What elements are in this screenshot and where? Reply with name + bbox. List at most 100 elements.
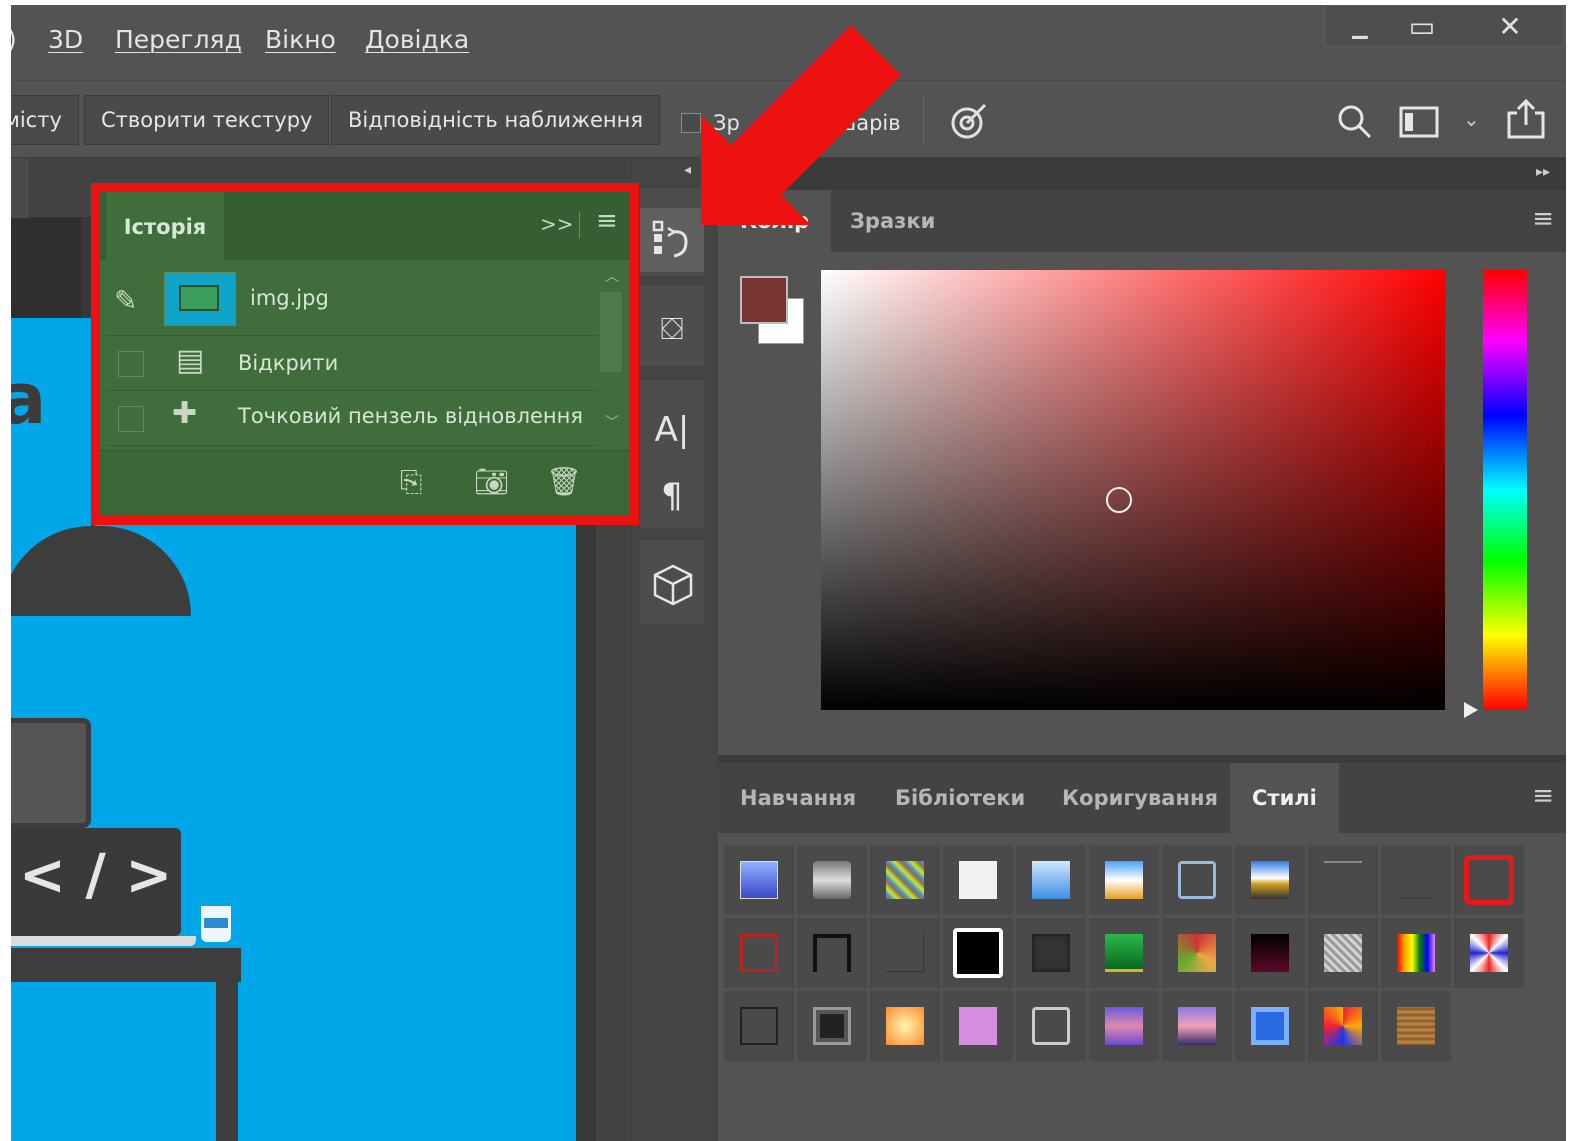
history-panel: Історія >> ≡ ✎ img.jpg ▤ Відкрити ✚ Точк… [91, 183, 639, 525]
style-swatch[interactable] [1381, 991, 1451, 1061]
layers-checkbox[interactable] [681, 113, 701, 133]
style-swatch[interactable] [1381, 918, 1451, 988]
history-item-label: Відкрити [238, 351, 339, 375]
window-controls: ▁ ▭ ✕ [1324, 5, 1564, 47]
history-menu-icon[interactable]: ≡ [596, 206, 618, 236]
styles-panel: Навчання Бібліотеки Коригування Стилі ≡ [718, 763, 1566, 1141]
hue-slider[interactable] [1483, 270, 1527, 710]
style-swatch[interactable] [1089, 918, 1159, 988]
paragraph-panel-icon[interactable]: ¶ [640, 464, 704, 528]
style-swatch[interactable] [797, 991, 867, 1061]
styles-menu-icon[interactable]: ≡ [1532, 781, 1554, 811]
fit-zoom-button[interactable]: Відповідність наближення [331, 95, 661, 145]
expand-panels-icon[interactable]: ▸▸ [1536, 164, 1550, 180]
menu-item-window[interactable]: Вікно [265, 25, 336, 54]
style-swatch[interactable] [870, 918, 940, 988]
tab-libraries[interactable]: Бібліотеки [873, 763, 1047, 833]
hue-slider-handle[interactable] [1464, 702, 1478, 718]
bandage-icon: ✚ [172, 396, 198, 431]
toolbar-partial-button[interactable]: місту [11, 95, 79, 145]
history-item-label: Точковий пензель відновлення [238, 404, 584, 428]
tab-styles[interactable]: Стилі [1230, 763, 1339, 833]
style-swatch[interactable] [870, 845, 940, 915]
history-item[interactable]: ✚ Точковий пензель відновлення [106, 392, 598, 446]
style-swatch[interactable] [1235, 845, 1305, 915]
style-swatch[interactable] [724, 845, 794, 915]
style-swatch[interactable] [724, 918, 794, 988]
scroll-up-icon[interactable]: ︿ [605, 266, 619, 286]
color-panel: Колір Зразки ≡ [718, 190, 1566, 755]
collapse-panel-icon[interactable]: >> [540, 212, 574, 236]
minimize-button[interactable]: ▁ [1325, 6, 1395, 48]
trash-icon[interactable]: 🗑︎ [546, 465, 582, 498]
history-source-box[interactable] [118, 406, 144, 432]
style-swatch[interactable] [1162, 845, 1232, 915]
style-swatch[interactable] [1016, 918, 1086, 988]
history-brush-icon[interactable]: ✎ [114, 284, 137, 317]
scroll-down-icon[interactable]: ﹀ [605, 412, 619, 432]
history-panel-header: Історія >> ≡ [100, 192, 630, 260]
3d-materials-icon[interactable]: ⛋ [640, 298, 704, 362]
history-scrollbar[interactable] [600, 292, 622, 372]
desk-leg [216, 982, 238, 1141]
style-swatch[interactable] [943, 845, 1013, 915]
close-button[interactable]: ✕ [1475, 6, 1545, 48]
saturation-field[interactable] [821, 270, 1445, 710]
color-picker-ring[interactable] [1106, 487, 1132, 513]
history-source-box[interactable] [118, 351, 144, 377]
history-item[interactable]: ▤ Відкрити [106, 337, 598, 391]
foreground-color-swatch[interactable] [740, 276, 788, 324]
character-panel-icon[interactable]: A| [640, 398, 704, 462]
3d-cube-icon[interactable] [652, 563, 694, 607]
style-swatch[interactable] [943, 918, 1013, 988]
header-divider [579, 212, 580, 238]
style-swatch[interactable] [724, 991, 794, 1061]
workspace-layout-icon[interactable] [1399, 105, 1441, 139]
style-swatch[interactable] [870, 991, 940, 1061]
style-swatch[interactable] [797, 845, 867, 915]
red-arrow-annotation [701, 25, 901, 225]
camera-icon[interactable]: 📷︎ [474, 465, 510, 498]
style-swatch[interactable] [797, 918, 867, 988]
style-swatch[interactable] [1308, 918, 1378, 988]
style-swatch[interactable] [1308, 991, 1378, 1061]
style-swatch[interactable] [1235, 991, 1305, 1061]
chevron-down-icon[interactable]: ⌄ [1463, 107, 1480, 131]
style-swatch[interactable] [1308, 845, 1378, 915]
style-swatch[interactable] [1162, 991, 1232, 1061]
tab-learn[interactable]: Навчання [718, 763, 878, 833]
history-snapshot-row[interactable]: ✎ img.jpg [106, 266, 598, 336]
collapse-left-icon[interactable]: ◂ [684, 162, 691, 178]
share-icon[interactable] [1505, 97, 1547, 141]
snapshot-thumbnail [164, 272, 236, 326]
styles-panel-tabs: Навчання Бібліотеки Коригування Стилі ≡ [718, 763, 1566, 833]
style-swatch[interactable] [1016, 991, 1086, 1061]
new-document-from-state-icon[interactable]: ⎘ [400, 465, 422, 499]
style-swatch[interactable] [1089, 991, 1159, 1061]
style-swatch[interactable] [1235, 918, 1305, 988]
menu-item-3d[interactable]: 3D [48, 25, 83, 54]
style-swatch[interactable] [1381, 845, 1451, 915]
document-tab[interactable] [11, 158, 29, 218]
tab-adjustments[interactable]: Коригування [1040, 763, 1240, 833]
tab-history[interactable]: Історія [106, 192, 224, 260]
search-icon[interactable] [1336, 103, 1374, 141]
panel-icon-rail: ◂ ⛋ A| ¶ [626, 158, 718, 1141]
maximize-button[interactable]: ▭ [1387, 6, 1457, 48]
target-brush-icon[interactable] [947, 99, 991, 143]
style-swatch[interactable] [943, 991, 1013, 1061]
menu-item-help[interactable]: Довідка [365, 25, 469, 54]
create-texture-button[interactable]: Створити текстуру [84, 95, 330, 145]
style-swatch[interactable] [1454, 918, 1524, 988]
panel-menu-icon[interactable]: ≡ [1532, 204, 1554, 234]
code-symbol: < / > [19, 843, 173, 908]
history-footer: ⎘ 📷︎ 🗑︎ [100, 450, 630, 516]
menu-item-view[interactable]: Перегляд [115, 25, 242, 54]
style-swatch[interactable] [1016, 845, 1086, 915]
history-panel-icon[interactable] [640, 208, 704, 272]
style-swatch[interactable] [1162, 918, 1232, 988]
monitor-back [11, 718, 91, 828]
style-swatch[interactable] [1089, 845, 1159, 915]
style-swatch[interactable] [1454, 845, 1524, 915]
right-panel-dock: ▸▸ Колір Зразки ≡ Навчання Бібліотеки Ко… [718, 158, 1566, 1141]
